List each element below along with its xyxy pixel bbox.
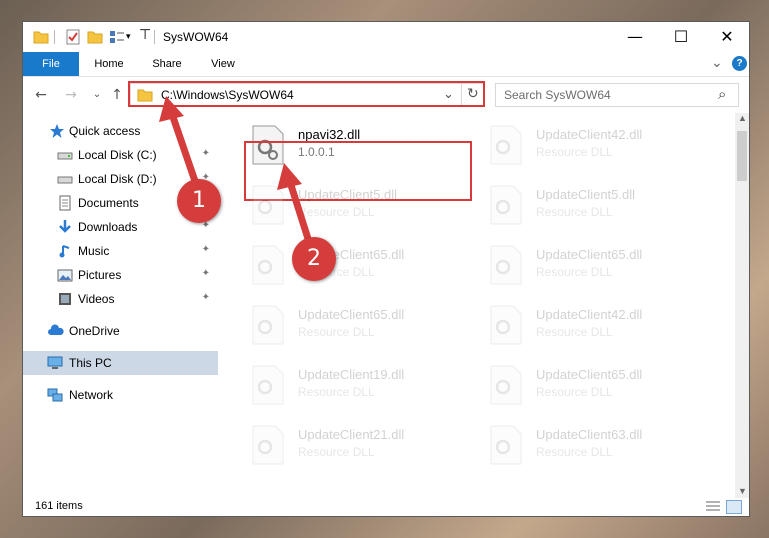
step-marker-1: 1 (177, 179, 221, 223)
arrow-2 (277, 163, 314, 247)
step-marker-2: 2 (292, 237, 336, 281)
annotation-overlay (159, 96, 314, 247)
arrow-1 (159, 96, 200, 186)
